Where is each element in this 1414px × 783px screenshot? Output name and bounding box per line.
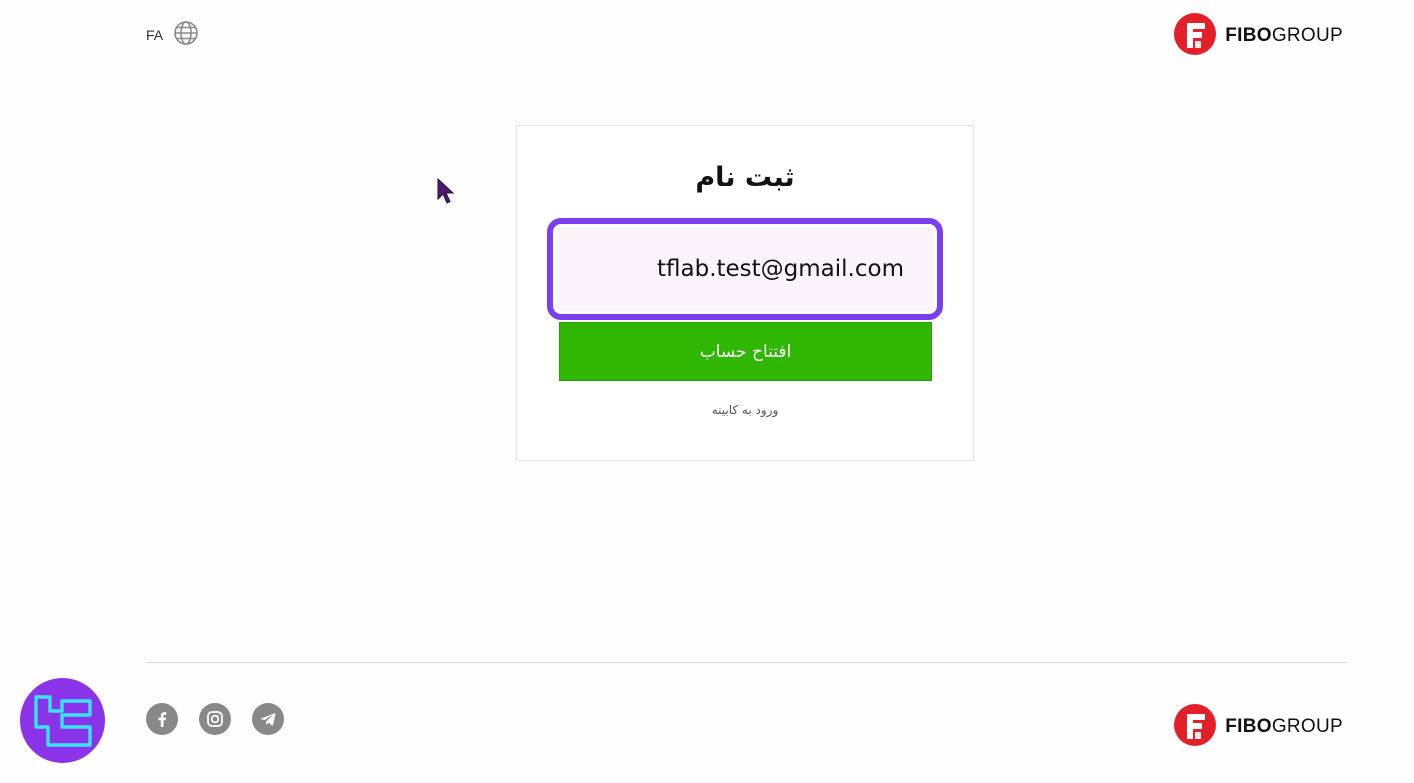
language-code: FA (146, 27, 164, 43)
open-account-button[interactable]: افتتاح حساب (559, 322, 932, 381)
tf-watermark-logo (20, 678, 105, 763)
telegram-icon[interactable] (252, 703, 284, 735)
registration-card: ثبت نام افتتاح حساب ورود به کابینه (516, 125, 974, 461)
globe-icon (173, 20, 199, 50)
social-links (146, 703, 284, 735)
footer-fibogroup-logo[interactable]: FIBOGROUP (1173, 703, 1343, 751)
fibogroup-logo[interactable]: FIBOGROUP (1173, 12, 1343, 60)
brand-wordmark: FIBOGROUP (1225, 25, 1343, 46)
header: FA FIBOGROUP (0, 0, 1414, 70)
instagram-icon[interactable] (199, 703, 231, 735)
page-title: ثبت نام (695, 162, 795, 193)
footer-divider (146, 662, 1346, 663)
language-switcher[interactable]: FA (146, 20, 199, 50)
facebook-icon[interactable] (146, 703, 178, 735)
brand-wordmark: FIBOGROUP (1225, 716, 1343, 737)
login-to-cabinet-link[interactable]: ورود به کابینه (517, 403, 973, 417)
fibogroup-mark-icon (1173, 12, 1217, 60)
fibogroup-mark-icon (1173, 703, 1217, 751)
email-field-focus-ring (547, 218, 943, 320)
mouse-cursor-icon (436, 177, 456, 209)
email-field[interactable] (556, 227, 934, 311)
